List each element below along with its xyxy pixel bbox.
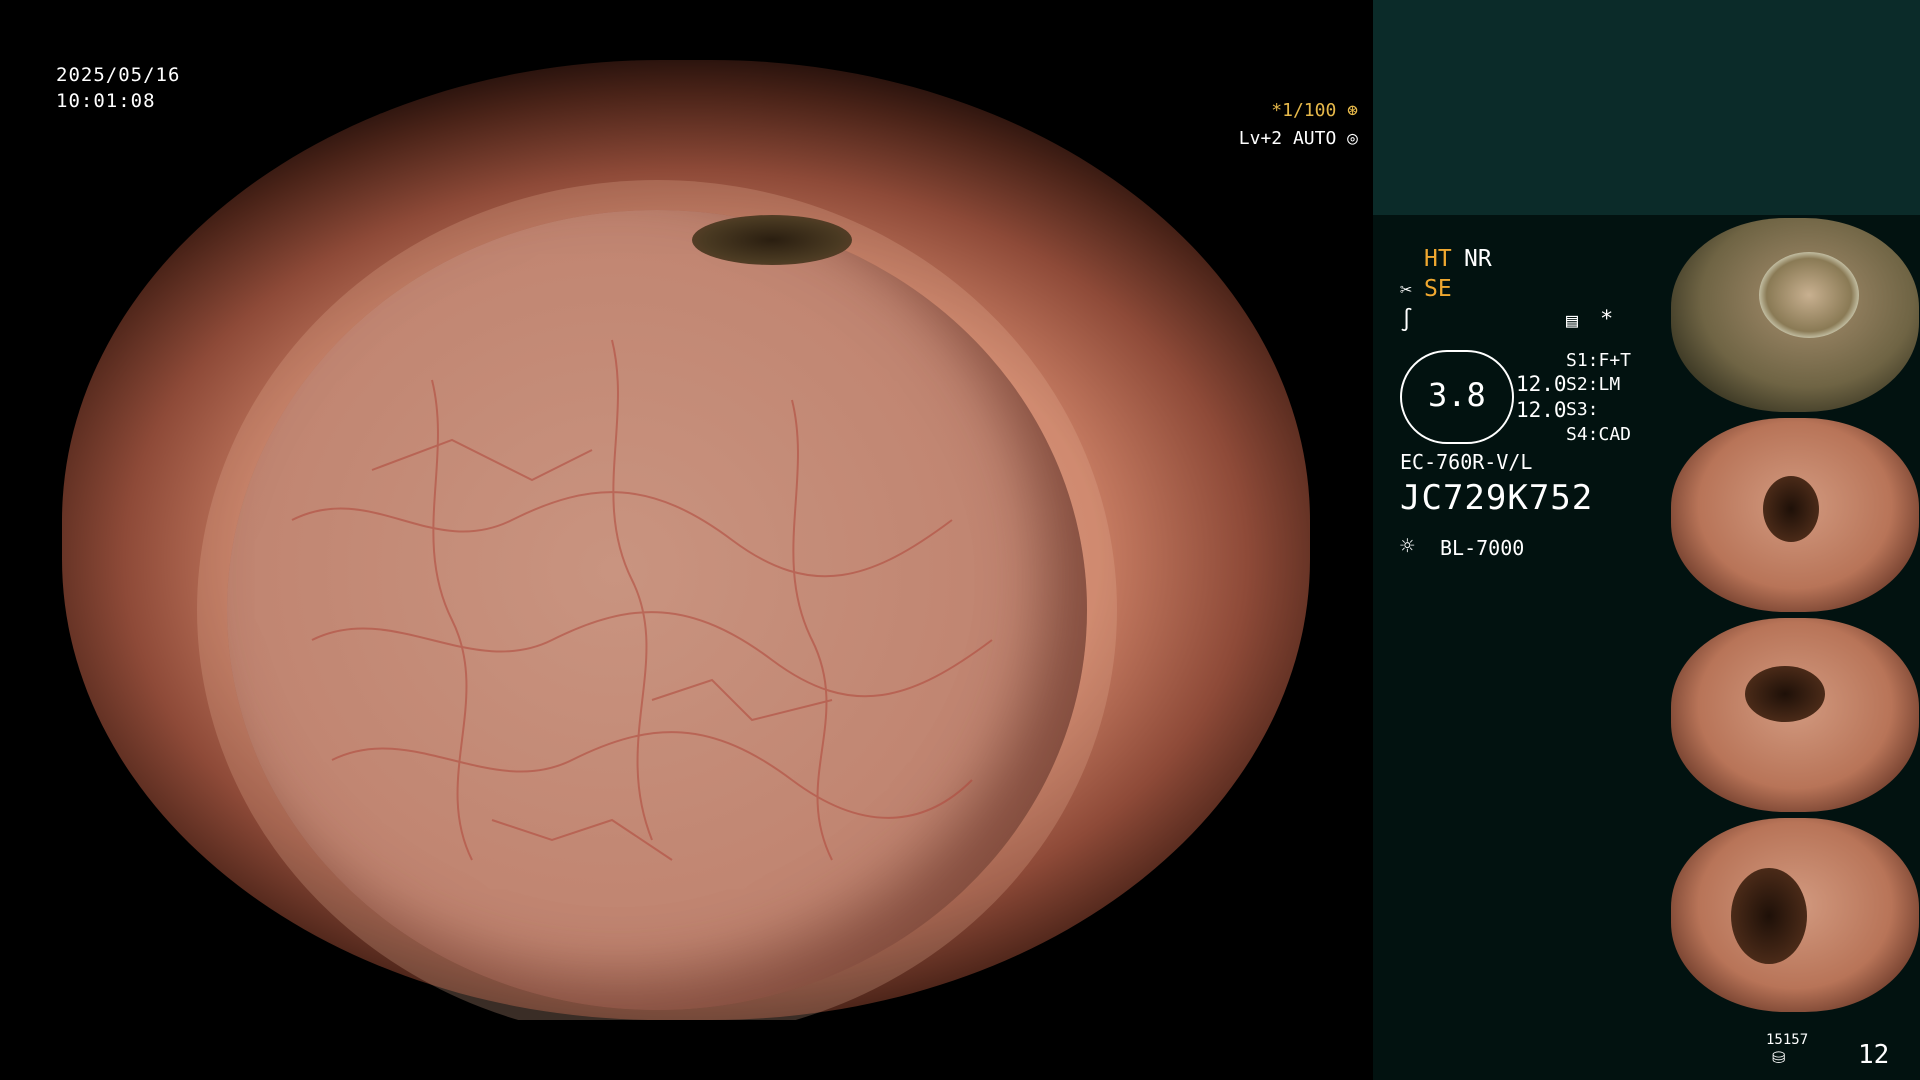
page-number: 12 xyxy=(1858,1040,1890,1070)
thumbnail-1-lumen xyxy=(1759,252,1859,338)
scissors-icon: ✂ xyxy=(1400,277,1413,301)
switch-4: S4:CAD xyxy=(1566,424,1632,445)
gauge-value: 3.8 xyxy=(1428,376,1486,414)
gauge-line-1: 12.0 xyxy=(1516,372,1567,396)
thumbnail-4[interactable] xyxy=(1671,818,1919,1012)
thumbnail-1[interactable] xyxy=(1671,218,1919,412)
time-display: 10:01:08 xyxy=(56,90,156,112)
light-source: BL-7000 xyxy=(1440,536,1525,560)
nr-indicator: NR xyxy=(1464,246,1492,272)
iris-mode-value: Lv+2 AUTO xyxy=(1238,128,1337,149)
date-display: 2025/05/16 xyxy=(56,64,181,86)
se-indicator: SE xyxy=(1424,276,1452,302)
iris-mode: Lv+2 AUTO ◎ xyxy=(1239,128,1358,149)
thumbnail-3-lumen xyxy=(1745,666,1825,722)
shutter-speed-value: *1/100 xyxy=(1271,100,1337,121)
scope-serial: JC729K752 xyxy=(1400,478,1594,518)
edge-icon: ∫ xyxy=(1400,308,1414,333)
panel-header-area xyxy=(1373,0,1920,215)
vascular-pattern xyxy=(291,339,993,861)
thumbnail-3[interactable] xyxy=(1671,618,1919,812)
switch-2: S2:LM xyxy=(1566,374,1621,395)
database-icon: ⛁ xyxy=(1772,1048,1786,1067)
switch-1: S1:F+T xyxy=(1566,350,1632,371)
thumbnail-4-lumen xyxy=(1731,868,1807,964)
gauge-line-2: 12.0 xyxy=(1516,398,1567,422)
ht-indicator: HT xyxy=(1424,246,1452,272)
star-indicator: * xyxy=(1600,307,1614,332)
shutter-speed: *1/100 ⊛ xyxy=(1271,100,1358,121)
endoscope-view xyxy=(0,0,1373,1080)
image-counter: 15157 xyxy=(1766,1032,1809,1048)
thumbnail-2[interactable] xyxy=(1671,418,1919,612)
switch-3: S3: xyxy=(1566,399,1599,420)
scope-model: EC-760R-V/L xyxy=(1400,450,1533,474)
shutter-icon: ⊛ xyxy=(1347,100,1358,121)
iris-icon: ◎ xyxy=(1347,128,1358,149)
colon-image xyxy=(62,60,1310,1020)
thumbnail-2-lumen xyxy=(1763,476,1819,542)
screen-icon: ▤ xyxy=(1566,308,1579,332)
light-source-icon: ☼ xyxy=(1400,532,1415,560)
